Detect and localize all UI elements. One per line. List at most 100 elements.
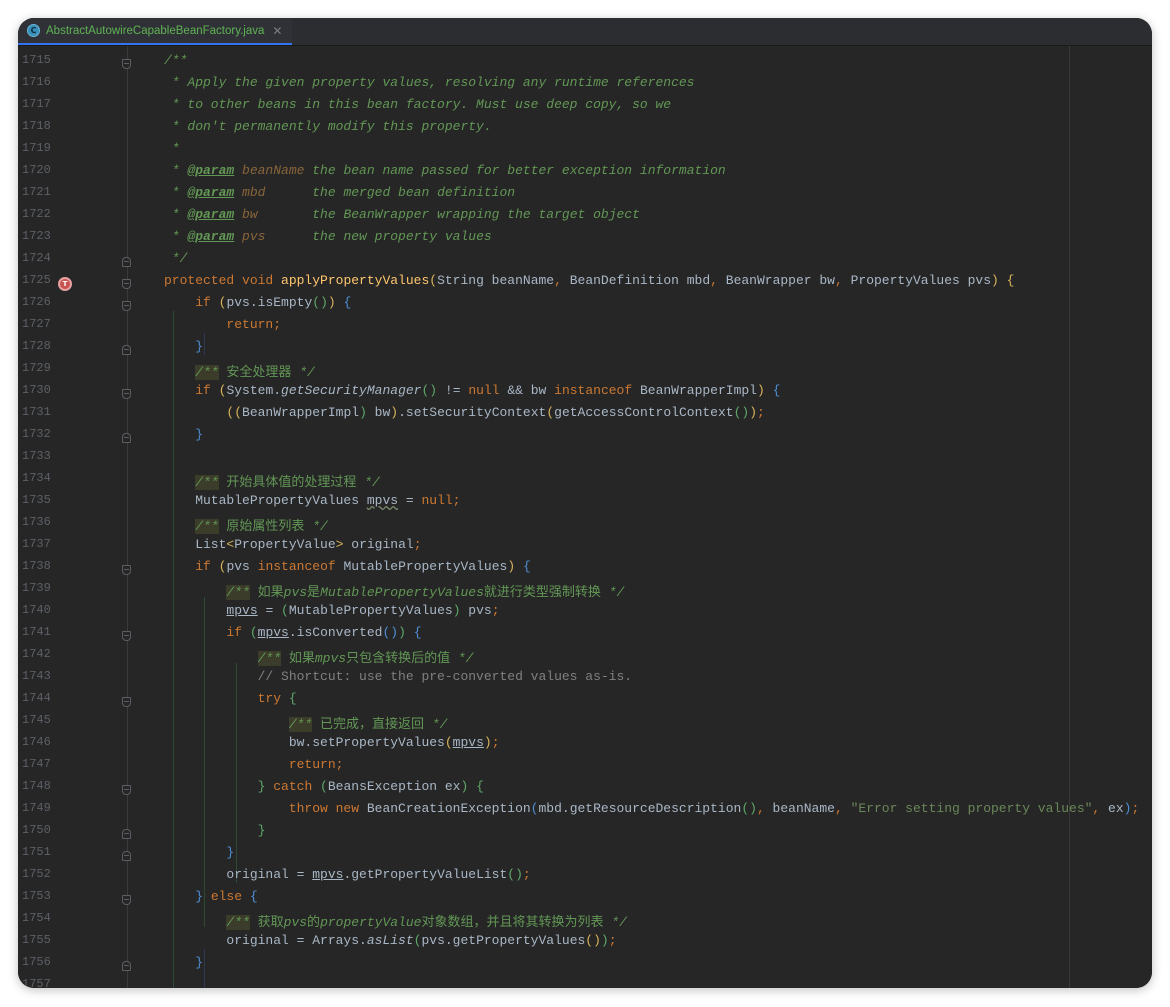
line-number[interactable]: 1737 (22, 537, 62, 551)
code-line[interactable]: 1741 if (mpvs.isConverted()) { (18, 625, 1152, 647)
line-number[interactable]: 1723 (22, 229, 62, 243)
code-line[interactable]: 1753 } else { (18, 889, 1152, 911)
line-number[interactable]: 1755 (22, 933, 62, 947)
code-line[interactable]: 1746 bw.setPropertyValues(mpvs); (18, 735, 1152, 757)
line-number[interactable]: 1720 (22, 163, 62, 177)
code-line[interactable]: 1720 * @param beanName the bean name pas… (18, 163, 1152, 185)
code-line[interactable]: 1731 ((BeanWrapperImpl) bw).setSecurityC… (18, 405, 1152, 427)
fold-marker-icon[interactable] (122, 829, 131, 839)
line-number[interactable]: 1739 (22, 581, 62, 595)
line-number[interactable]: 1725 (22, 273, 62, 287)
fold-marker-icon[interactable] (122, 345, 131, 355)
code-line[interactable]: 1745 /** 已完成，直接返回 */ (18, 713, 1152, 735)
code-line[interactable]: 1743 // Shortcut: use the pre-converted … (18, 669, 1152, 691)
line-number[interactable]: 1721 (22, 185, 62, 199)
line-number[interactable]: 1726 (22, 295, 62, 309)
code-line[interactable]: 1752 original = mpvs.getPropertyValueLis… (18, 867, 1152, 889)
line-number[interactable]: 1733 (22, 449, 62, 463)
fold-marker-icon[interactable] (122, 279, 131, 289)
code-line[interactable]: 1738 if (pvs instanceof MutablePropertyV… (18, 559, 1152, 581)
line-number[interactable]: 1732 (22, 427, 62, 441)
fold-marker-icon[interactable] (122, 631, 131, 641)
code-line[interactable]: 1733 (18, 449, 1152, 471)
line-number[interactable]: 1757 (22, 977, 62, 988)
code-line[interactable]: 1719 * (18, 141, 1152, 163)
line-number[interactable]: 1730 (22, 383, 62, 397)
code-line[interactable]: 1734 /** 开始具体值的处理过程 */ (18, 471, 1152, 493)
fold-marker-icon[interactable] (122, 59, 131, 69)
line-number[interactable]: 1722 (22, 207, 62, 221)
line-number[interactable]: 1751 (22, 845, 62, 859)
line-number[interactable]: 1750 (22, 823, 62, 837)
code-line[interactable]: 1757 (18, 977, 1152, 988)
line-number[interactable]: 1724 (22, 251, 62, 265)
code-line[interactable]: 1737 List<PropertyValue> original; (18, 537, 1152, 559)
code-line[interactable]: 1739 /** 如果pvs是MutablePropertyValues就进行类… (18, 581, 1152, 603)
code-line[interactable]: 1716 * Apply the given property values, … (18, 75, 1152, 97)
line-number[interactable]: 1729 (22, 361, 62, 375)
code-line[interactable]: 1747 return; (18, 757, 1152, 779)
line-number[interactable]: 1747 (22, 757, 62, 771)
code-line[interactable]: 1736 /** 原始属性列表 */ (18, 515, 1152, 537)
line-number[interactable]: 1749 (22, 801, 62, 815)
code-line[interactable]: 1724 */ (18, 251, 1152, 273)
code-line[interactable]: 1755 original = Arrays.asList(pvs.getPro… (18, 933, 1152, 955)
code-line[interactable]: 1744 try { (18, 691, 1152, 713)
line-number[interactable]: 1745 (22, 713, 62, 727)
code-line[interactable]: 1750 } (18, 823, 1152, 845)
code-line[interactable]: 1735 MutablePropertyValues mpvs = null; (18, 493, 1152, 515)
line-number[interactable]: 1746 (22, 735, 62, 749)
code-line[interactable]: 1748 } catch (BeansException ex) { (18, 779, 1152, 801)
line-number[interactable]: 1731 (22, 405, 62, 419)
line-number[interactable]: 1716 (22, 75, 62, 89)
code-line[interactable]: 1740 mpvs = (MutablePropertyValues) pvs; (18, 603, 1152, 625)
line-number[interactable]: 1738 (22, 559, 62, 573)
line-number[interactable]: 1744 (22, 691, 62, 705)
line-number[interactable]: 1740 (22, 603, 62, 617)
code-line[interactable]: 1749 throw new BeanCreationException(mbd… (18, 801, 1152, 823)
line-number[interactable]: 1736 (22, 515, 62, 529)
line-number[interactable]: 1753 (22, 889, 62, 903)
code-line[interactable]: 1721 * @param mbd the merged bean defini… (18, 185, 1152, 207)
line-number[interactable]: 1748 (22, 779, 62, 793)
close-icon[interactable]: ✕ (272, 24, 282, 38)
fold-marker-icon[interactable] (122, 961, 131, 971)
fold-marker-icon[interactable] (122, 565, 131, 575)
fold-marker-icon[interactable] (122, 389, 131, 399)
line-number[interactable]: 1728 (22, 339, 62, 353)
fold-marker-icon[interactable] (122, 785, 131, 795)
code-line[interactable]: 1756 } (18, 955, 1152, 977)
line-number[interactable]: 1717 (22, 97, 62, 111)
code-line[interactable]: 1754 /** 获取pvs的propertyValue对象数组，并且将其转换为… (18, 911, 1152, 933)
line-number[interactable]: 1734 (22, 471, 62, 485)
fold-marker-icon[interactable] (122, 895, 131, 905)
code-line[interactable]: 1718 * don't permanently modify this pro… (18, 119, 1152, 141)
line-number[interactable]: 1742 (22, 647, 62, 661)
code-line[interactable]: 1728 } (18, 339, 1152, 361)
line-number[interactable]: 1743 (22, 669, 62, 683)
code-line[interactable]: 1732 } (18, 427, 1152, 449)
fold-marker-icon[interactable] (122, 433, 131, 443)
code-line[interactable]: 1715 /** (18, 53, 1152, 75)
code-line[interactable]: 1729 /** 安全处理器 */ (18, 361, 1152, 383)
line-number[interactable]: 1752 (22, 867, 62, 881)
code-line[interactable]: 1751 } (18, 845, 1152, 867)
code-line[interactable]: 1717 * to other beans in this bean facto… (18, 97, 1152, 119)
fold-marker-icon[interactable] (122, 301, 131, 311)
breakpoint-icon[interactable]: T (58, 277, 72, 291)
fold-marker-icon[interactable] (122, 851, 131, 861)
line-number[interactable]: 1741 (22, 625, 62, 639)
code-line[interactable]: 1725 Tprotected void applyPropertyValues(… (18, 273, 1152, 295)
code-line[interactable]: 1727 return; (18, 317, 1152, 339)
line-number[interactable]: 1715 (22, 53, 62, 67)
line-number[interactable]: 1718 (22, 119, 62, 133)
fold-marker-icon[interactable] (122, 257, 131, 267)
line-number[interactable]: 1719 (22, 141, 62, 155)
tab-abstract-autowire-capable-bean-factory[interactable]: C AbstractAutowireCapableBeanFactory.jav… (18, 18, 292, 45)
code-line[interactable]: 1726 if (pvs.isEmpty()) { (18, 295, 1152, 317)
line-number[interactable]: 1756 (22, 955, 62, 969)
code-line[interactable]: 1742 /** 如果mpvs只包含转换后的值 */ (18, 647, 1152, 669)
code-line[interactable]: 1723 * @param pvs the new property value… (18, 229, 1152, 251)
line-number[interactable]: 1735 (22, 493, 62, 507)
line-number[interactable]: 1727 (22, 317, 62, 331)
